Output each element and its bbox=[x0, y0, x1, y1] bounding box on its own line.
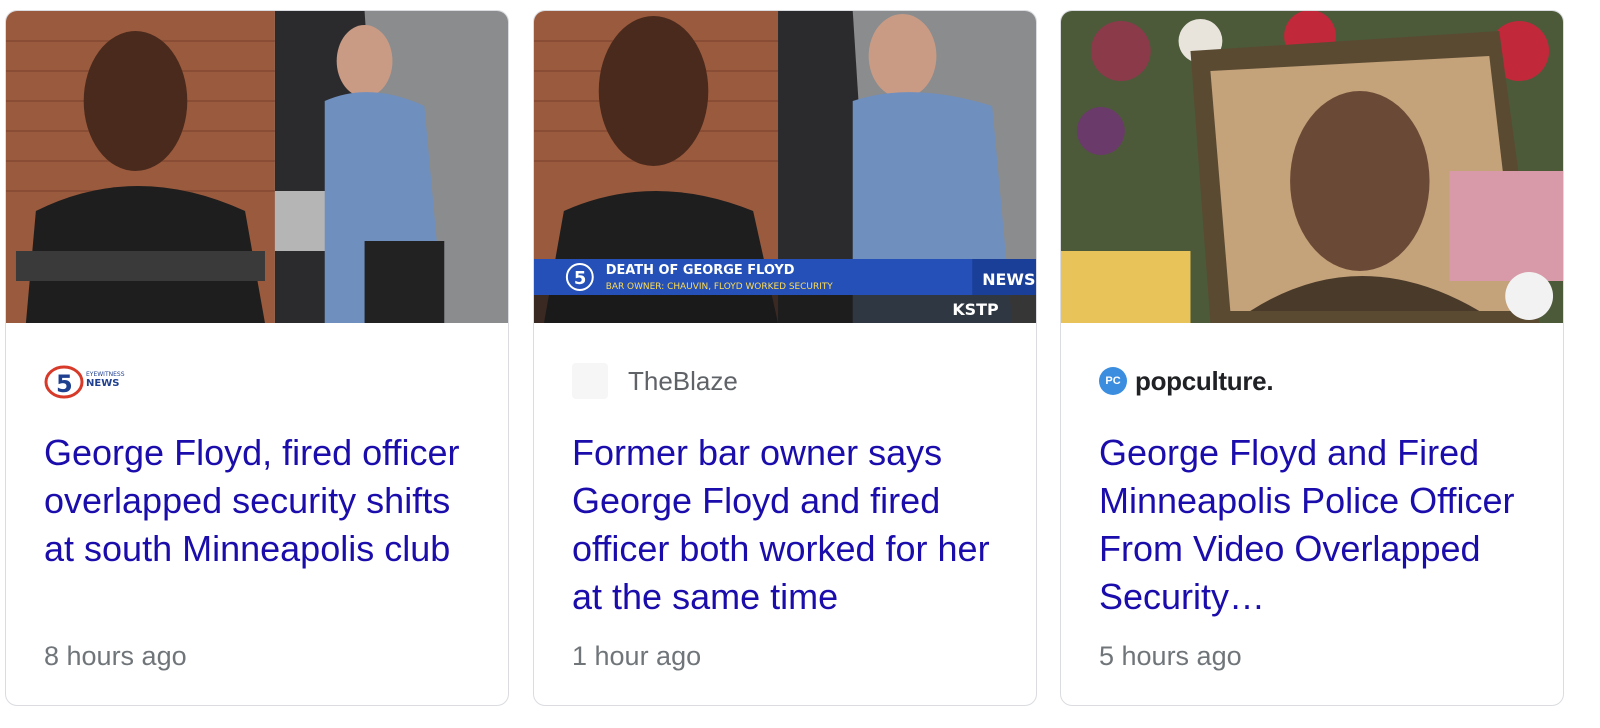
source-name: TheBlaze bbox=[628, 365, 738, 396]
thumbnail-image: 5 DEATH OF GEORGE FLOYD BAR OWNER: CHAUV… bbox=[534, 11, 1036, 323]
banner-news: NEWS bbox=[982, 270, 1035, 289]
news-card[interactable]: 5 DEATH OF GEORGE FLOYD BAR OWNER: CHAUV… bbox=[533, 10, 1037, 706]
thumbnail-image bbox=[6, 11, 508, 323]
news-thumbnail[interactable] bbox=[1061, 11, 1563, 323]
published-time: 8 hours ago bbox=[44, 641, 187, 671]
theblaze-logo bbox=[572, 363, 608, 399]
news-headline-link[interactable]: George Floyd and Fired Minneapolis Polic… bbox=[1099, 429, 1529, 621]
svg-text:EYEWITNESS: EYEWITNESS bbox=[86, 371, 125, 378]
svg-text:5: 5 bbox=[574, 268, 586, 289]
news-card[interactable]: PC popculture. George Floyd and Fired Mi… bbox=[1060, 10, 1564, 706]
news-thumbnail[interactable]: 5 DEATH OF GEORGE FLOYD BAR OWNER: CHAUV… bbox=[534, 11, 1036, 323]
news-headline-link[interactable]: George Floyd, fired officer overlapped s… bbox=[44, 429, 474, 573]
banner-title: DEATH OF GEORGE FLOYD bbox=[606, 263, 795, 278]
news-thumbnail[interactable] bbox=[6, 11, 508, 323]
news-source: 5 EYEWITNESS NEWS bbox=[44, 361, 130, 401]
source-name: popculture. bbox=[1135, 365, 1274, 396]
news-card[interactable]: 5 EYEWITNESS NEWS George Floyd, fired of… bbox=[5, 10, 509, 706]
thumbnail-image bbox=[1061, 11, 1563, 323]
news-headline-link[interactable]: Former bar owner says George Floyd and f… bbox=[572, 429, 1002, 621]
banner-station: KSTP bbox=[952, 300, 999, 319]
svg-text:5: 5 bbox=[56, 370, 73, 398]
banner-subtitle: BAR OWNER: CHAUVIN, FLOYD WORKED SECURIT… bbox=[606, 282, 834, 292]
popculture-logo: PC bbox=[1099, 367, 1127, 395]
news-source: PC popculture. bbox=[1099, 361, 1274, 401]
published-time: 1 hour ago bbox=[572, 641, 702, 671]
news-source: TheBlaze bbox=[572, 361, 738, 401]
news-carousel: 5 EYEWITNESS NEWS George Floyd, fired of… bbox=[0, 0, 1600, 728]
kstp-5-news-logo: 5 EYEWITNESS NEWS bbox=[44, 365, 125, 399]
svg-text:NEWS: NEWS bbox=[86, 378, 119, 389]
published-time: 5 hours ago bbox=[1099, 641, 1242, 671]
